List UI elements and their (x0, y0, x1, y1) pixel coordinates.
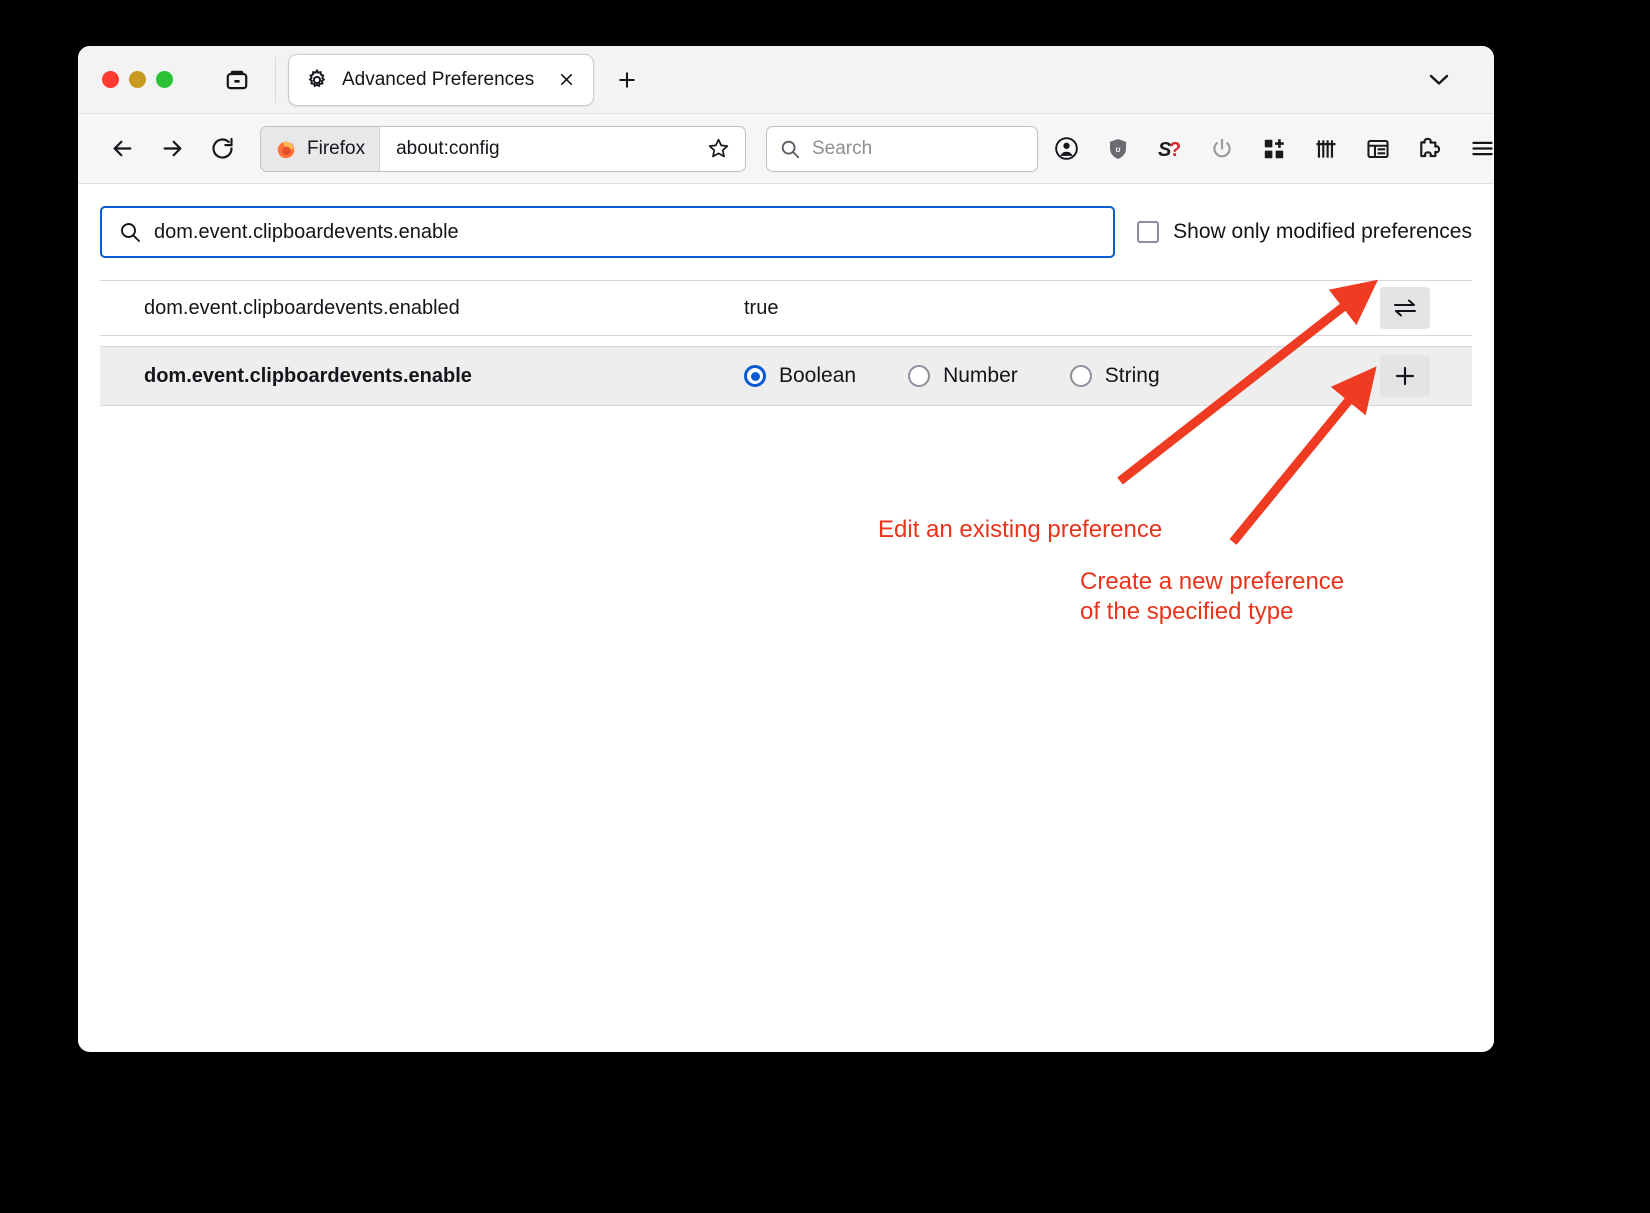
star-icon[interactable] (700, 136, 745, 161)
plus-icon[interactable] (608, 61, 646, 99)
show-modified-label: Show only modified preferences (1173, 220, 1472, 243)
minimize-window-button[interactable] (129, 71, 146, 88)
new-preference-name: dom.event.clipboardevents.enable (144, 364, 472, 387)
search-icon (118, 220, 142, 244)
firefox-logo-icon (275, 138, 297, 160)
radio-boolean-input[interactable] (744, 365, 766, 387)
tabstrip-divider (275, 56, 276, 103)
zoom-window-button[interactable] (156, 71, 173, 88)
chevron-down-icon[interactable] (1422, 65, 1456, 95)
tab-title: Advanced Preferences (342, 68, 535, 90)
browser-tab-advanced-preferences[interactable]: Advanced Preferences (288, 53, 594, 106)
search-input[interactable]: Search (812, 138, 872, 160)
url-bar[interactable]: Firefox about:config (260, 125, 746, 172)
radio-number-label: Number (943, 364, 1018, 387)
sidebar-panel-icon[interactable] (1356, 127, 1400, 171)
skip-redirect-icon[interactable]: S ? (1148, 127, 1192, 171)
radio-option-boolean[interactable]: Boolean (744, 364, 856, 388)
radio-string-input[interactable] (1069, 365, 1092, 387)
radio-option-string[interactable]: String (1069, 364, 1160, 388)
search-input[interactable]: dom.event.clipboardevents.enable (100, 206, 1116, 258)
reload-icon[interactable] (200, 127, 244, 171)
back-arrow-icon[interactable] (100, 127, 144, 171)
search-input-value: dom.event.clipboardevents.enable (154, 220, 459, 243)
extension-puzzle-icon[interactable] (1408, 127, 1452, 171)
filter-row: dom.event.clipboardevents.enable Show on… (100, 206, 1472, 258)
plus-icon[interactable] (1380, 355, 1430, 397)
tab-group-icon[interactable] (217, 60, 257, 100)
tab-strip: Advanced Preferences (78, 46, 1494, 114)
preference-value: true (744, 296, 779, 319)
gear-icon (305, 68, 329, 92)
annotation-create-new: Create a new preference of the specified… (1080, 568, 1345, 625)
preference-name: dom.event.clipboardevents.enabled (144, 296, 460, 319)
browser-window: Advanced Preferences Firefox about:confi… (78, 46, 1494, 1052)
comb-tabs-icon[interactable] (1304, 127, 1348, 171)
navigation-toolbar: Firefox about:config Search ʊ S ? (78, 114, 1494, 184)
url-text[interactable]: about:config (380, 138, 700, 160)
radio-number-input[interactable] (908, 365, 931, 387)
toggle-arrows-icon[interactable] (1380, 287, 1430, 329)
show-modified-checkbox[interactable] (1137, 221, 1160, 243)
show-modified-control[interactable]: Show only modified preferences (1137, 220, 1472, 244)
toolbar-icons: ʊ S ? (1044, 127, 1494, 171)
radio-boolean-label: Boolean (779, 364, 857, 387)
account-icon[interactable] (1044, 127, 1088, 171)
svg-text:ʊ: ʊ (1116, 144, 1121, 153)
window-traffic-lights (102, 71, 173, 88)
type-radio-group: Boolean Number String (744, 364, 1160, 388)
search-icon (779, 138, 801, 160)
radio-option-number[interactable]: Number (908, 364, 1018, 388)
about-config-page: dom.event.clipboardevents.enable Show on… (78, 184, 1494, 1050)
annotation-arrows (1117, 279, 1379, 545)
identity-box[interactable]: Firefox (261, 126, 381, 171)
table-row-existing-preference[interactable]: dom.event.clipboardevents.enabled true (100, 280, 1472, 336)
identity-label: Firefox (307, 137, 366, 159)
preferences-list: dom.event.clipboardevents.enabled true d… (100, 280, 1472, 406)
close-icon[interactable] (551, 65, 581, 95)
ublock-shield-icon[interactable]: ʊ (1096, 127, 1140, 171)
close-window-button[interactable] (102, 71, 119, 88)
forward-arrow-icon[interactable] (150, 127, 194, 171)
radio-string-label: String (1104, 364, 1160, 387)
power-icon[interactable] (1200, 127, 1244, 171)
table-row-new-preference[interactable]: dom.event.clipboardevents.enable Boolean… (100, 346, 1472, 406)
svg-text:?: ? (1169, 139, 1181, 161)
annotation-edit-existing: Edit an existing preference (878, 516, 1163, 543)
grid-plus-icon[interactable] (1252, 127, 1296, 171)
search-bar[interactable]: Search (766, 125, 1038, 172)
hamburger-menu-icon[interactable] (1460, 127, 1494, 171)
